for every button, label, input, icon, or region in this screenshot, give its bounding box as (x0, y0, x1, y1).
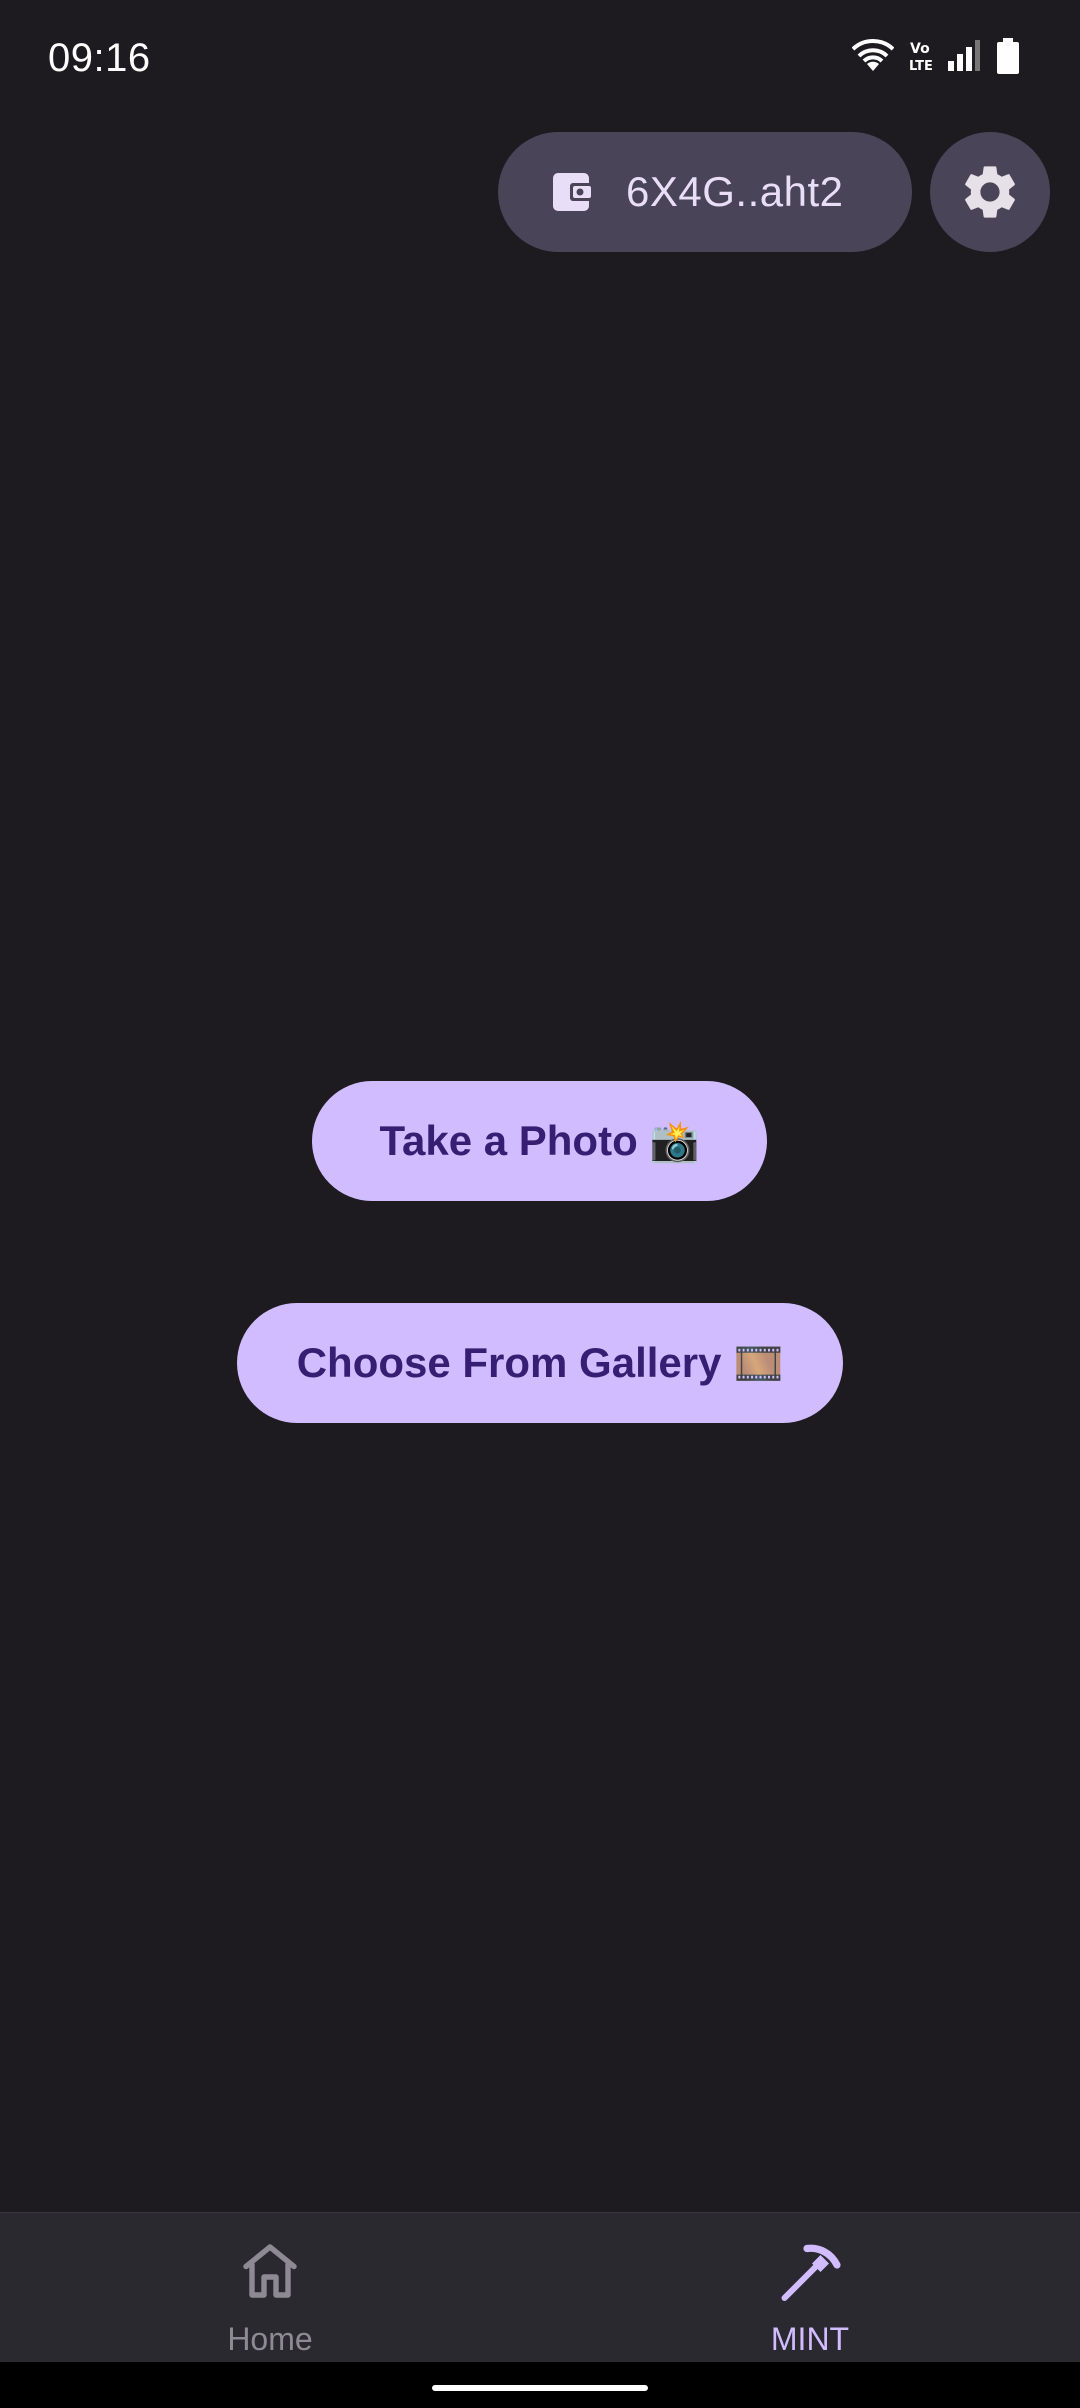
wallet-address: 6X4G..aht2 (626, 168, 844, 215)
battery-icon (996, 38, 1020, 74)
gear-icon (965, 166, 1015, 218)
volte-icon: Vo LTE (908, 39, 932, 73)
choose-gallery-label: Choose From Gallery (296, 1339, 722, 1386)
wallet-address-button[interactable]: 6X4G..aht2 (498, 132, 912, 252)
pickaxe-icon (781, 2244, 841, 2301)
gesture-bar (0, 2362, 1080, 2408)
settings-button[interactable] (930, 132, 1050, 252)
status-icons: Vo LTE (852, 38, 1020, 74)
wifi-icon (852, 39, 894, 73)
gesture-handle[interactable] (432, 2385, 648, 2391)
bottom-navigation: Home MINT (0, 2212, 1080, 2362)
choose-gallery-button[interactable]: Choose From Gallery 🎞️ (237, 1303, 843, 1423)
nav-item-home[interactable]: Home (0, 2213, 540, 2362)
nav-label-home: Home (227, 2321, 313, 2357)
take-photo-button[interactable]: Take a Photo 📸 (312, 1081, 767, 1201)
status-bar: 09:16 Vo LTE (0, 0, 1080, 120)
nav-item-mint[interactable]: MINT (540, 2213, 1080, 2362)
wallet-icon (553, 173, 594, 211)
signal-icon (946, 39, 982, 73)
mint-screen: 09:16 Vo LTE 6X4G..aht2 Take a Photo 📸 C… (0, 0, 1080, 2408)
film-frames-icon: 🎞️ (733, 1341, 784, 1386)
home-icon (243, 2244, 297, 2298)
camera-flash-icon: 📸 (649, 1119, 700, 1164)
svg-text:Vo: Vo (910, 41, 930, 57)
take-photo-label: Take a Photo (379, 1117, 638, 1164)
svg-text:LTE: LTE (909, 59, 932, 73)
status-time: 09:16 (48, 36, 151, 80)
nav-label-mint: MINT (770, 2321, 850, 2357)
